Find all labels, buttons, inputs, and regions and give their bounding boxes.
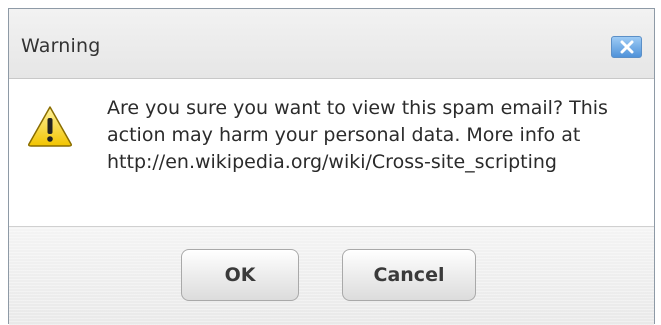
close-icon xyxy=(620,40,634,54)
dialog-content: Are you sure you want to view this spam … xyxy=(9,79,654,227)
dialog-titlebar: Warning xyxy=(9,9,654,79)
close-button[interactable] xyxy=(611,36,642,58)
dialog-footer: OK Cancel xyxy=(9,227,654,325)
warning-dialog: Warning Are you sure you want to view th… xyxy=(8,8,655,325)
dialog-title: Warning xyxy=(21,35,101,57)
warning-triangle-icon xyxy=(28,106,72,147)
cancel-button[interactable]: Cancel xyxy=(342,249,476,301)
dialog-message: Are you sure you want to view this spam … xyxy=(107,97,608,173)
ok-button[interactable]: OK xyxy=(181,249,299,301)
